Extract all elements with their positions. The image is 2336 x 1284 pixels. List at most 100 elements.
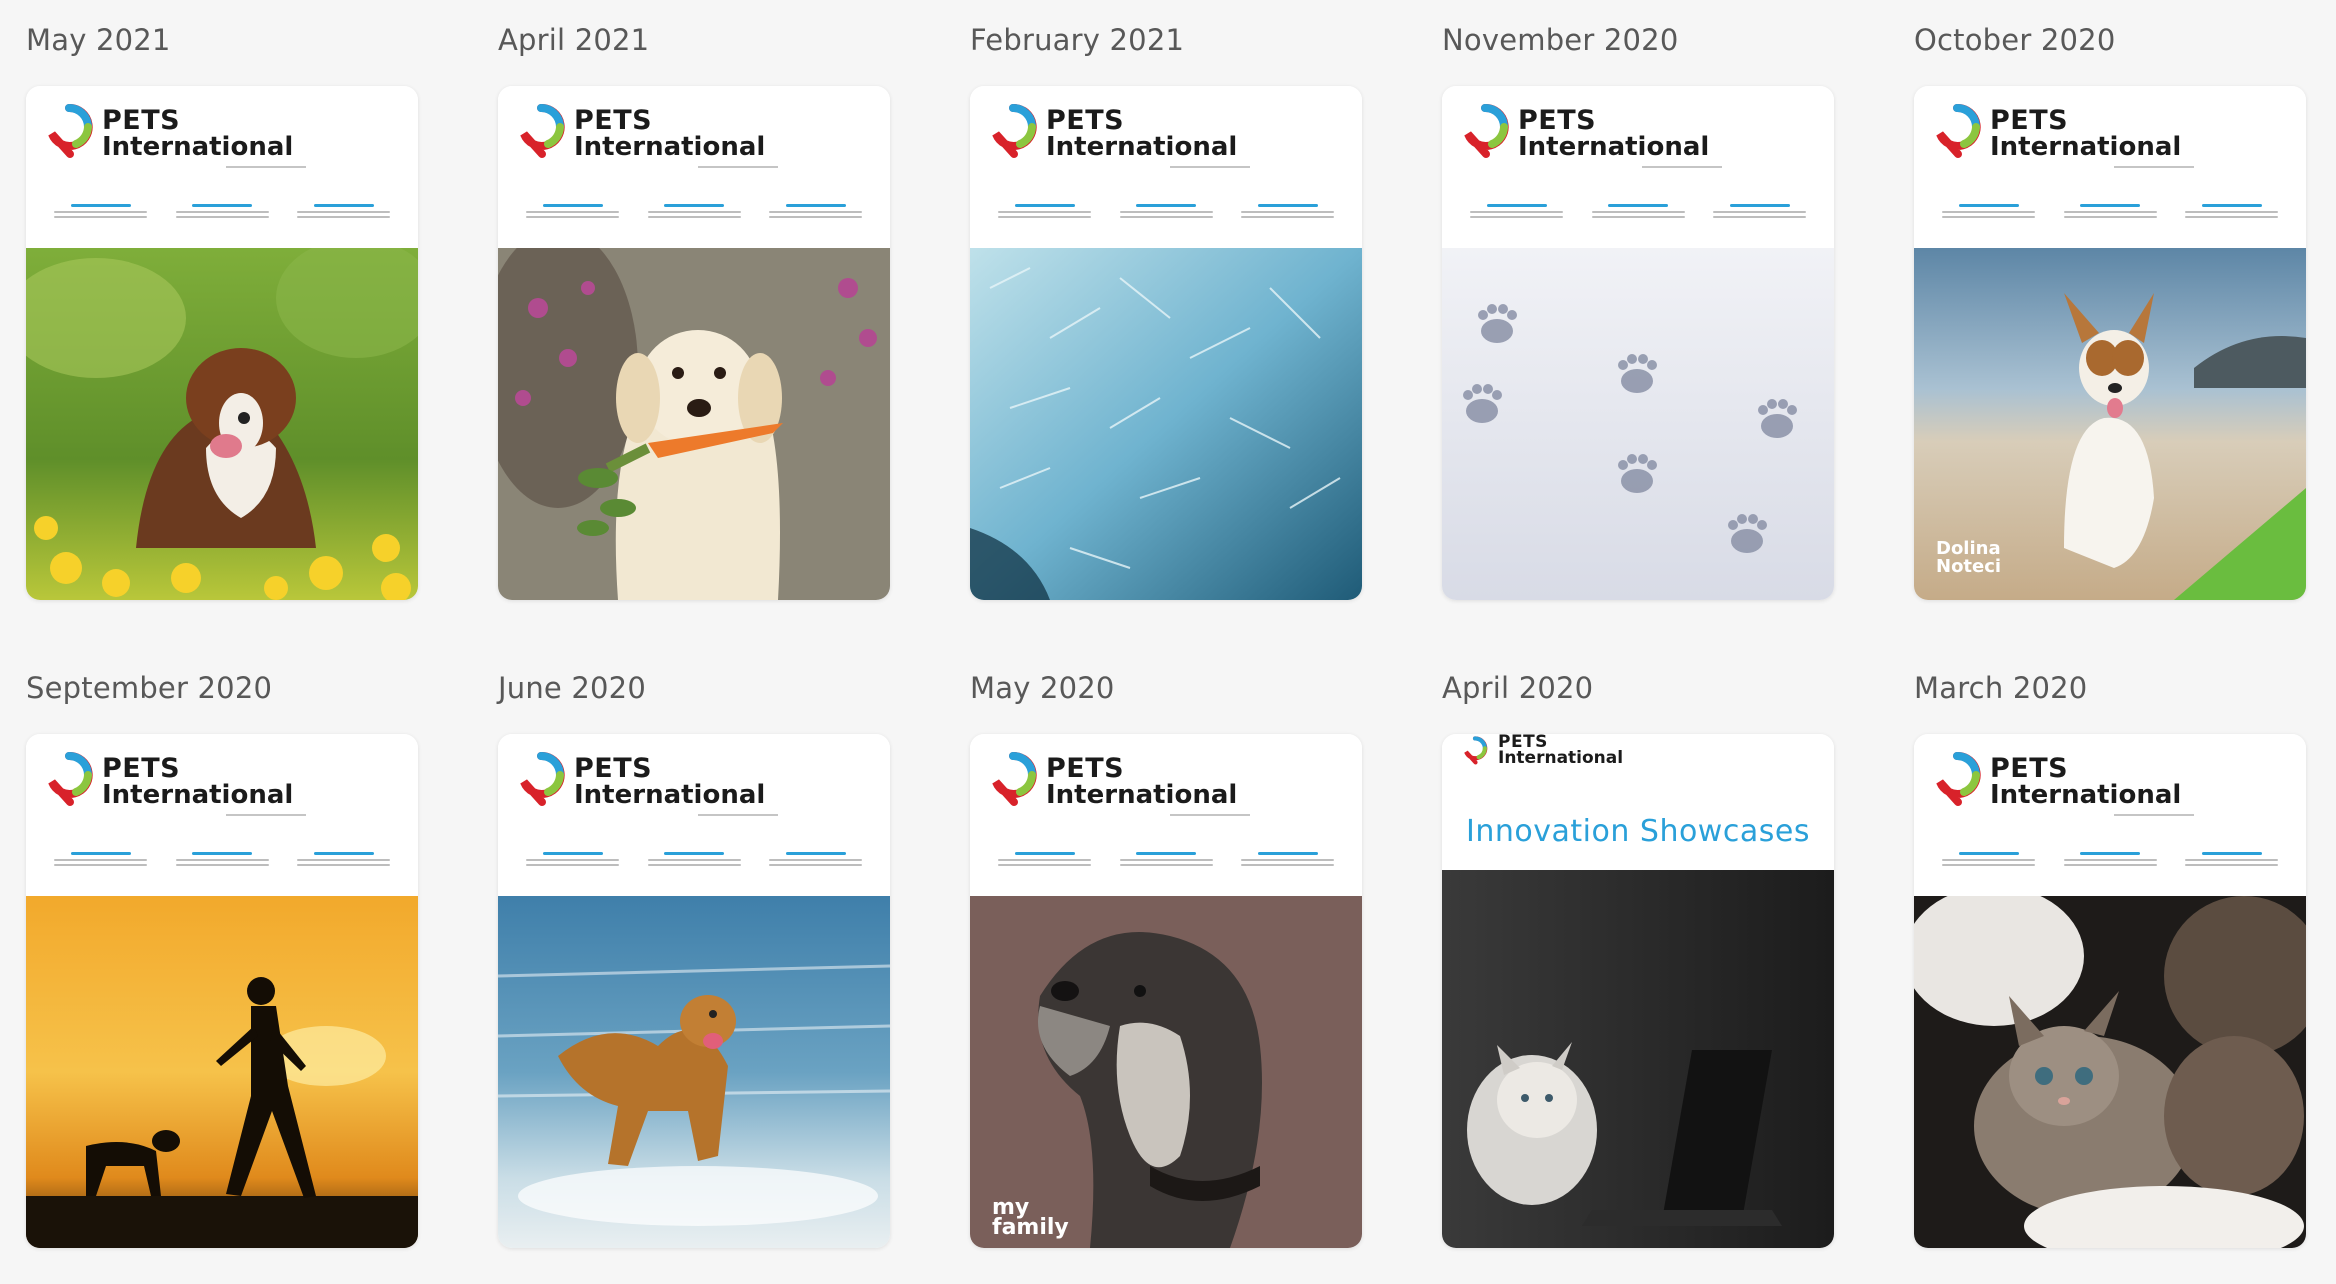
cover-photo xyxy=(26,248,418,600)
cover-section xyxy=(48,204,153,221)
brand-bottom: International xyxy=(1046,132,1238,162)
brand-top: PETS xyxy=(102,753,181,784)
cover-section xyxy=(763,204,868,221)
issue-title[interactable]: May 2021 xyxy=(26,20,418,60)
pets-logo-icon xyxy=(1464,104,1509,158)
pets-logo-icon xyxy=(1936,104,1981,158)
brand-bottom: International xyxy=(102,780,294,810)
cover-photo xyxy=(498,896,890,1248)
cover-logo-text: PETS International xyxy=(1498,734,1623,767)
cover-section xyxy=(1114,204,1219,221)
pets-logo-icon xyxy=(520,752,565,806)
cover-sections xyxy=(48,204,396,221)
magazine-cover[interactable]: PETS International xyxy=(498,734,890,1248)
cover-photo xyxy=(1442,870,1834,1248)
cover-brand-logo: my family xyxy=(992,1195,1069,1240)
cover-sections xyxy=(48,852,396,869)
issue-card[interactable]: November 2020 PETS International xyxy=(1442,20,1834,600)
cover-section xyxy=(170,852,275,869)
issue-card[interactable]: March 2020 PETS International xyxy=(1914,668,2306,1248)
cover-section xyxy=(642,204,747,221)
cover-section xyxy=(2179,852,2284,869)
cover-photo xyxy=(970,248,1362,600)
brand-top: PETS xyxy=(1046,105,1125,136)
brand-top: PETS xyxy=(574,753,653,784)
brand-bottom: International xyxy=(574,780,766,810)
issue-card[interactable]: September 2020 PETS International xyxy=(26,668,418,1248)
pets-logo-icon xyxy=(48,104,93,158)
issue-grid: May 2021 PETS International April 2021 P… xyxy=(26,20,2316,1248)
cover-section xyxy=(2058,852,2163,869)
magazine-cover[interactable]: PETS International xyxy=(1914,86,2306,600)
magazine-cover[interactable]: PETS International xyxy=(498,86,890,600)
issue-card[interactable]: February 2021 PETS International xyxy=(970,20,1362,600)
cover-photo xyxy=(1914,896,2306,1248)
cover-sponsor-logo: Dolina Noteci xyxy=(1936,538,2002,577)
cover-section xyxy=(2058,204,2163,221)
brand-top: PETS xyxy=(1518,105,1597,136)
issue-title[interactable]: June 2020 xyxy=(498,668,890,708)
cover-headline: Innovation Showcases xyxy=(1466,814,1810,849)
issue-card[interactable]: June 2020 PETS International xyxy=(498,668,890,1248)
magazine-cover[interactable]: PETS International xyxy=(26,86,418,600)
cover-section xyxy=(520,852,625,869)
cover-sections xyxy=(1936,852,2284,869)
issue-card[interactable]: October 2020 PETS International Dolina N… xyxy=(1914,20,2306,600)
cover-sections xyxy=(1464,204,1812,221)
cover-logo-text: PETS International xyxy=(1990,753,2181,808)
cover-section xyxy=(992,852,1097,869)
part-of-mark xyxy=(698,166,778,172)
issue-card[interactable]: April 2021 PETS International xyxy=(498,20,890,600)
cover-logo-text: PETS International xyxy=(1990,107,2181,160)
brand-top: PETS xyxy=(1990,753,2069,784)
cover-logo-text: PETS International xyxy=(1046,753,1237,808)
cover-section xyxy=(1936,852,2041,869)
issue-title[interactable]: May 2020 xyxy=(970,668,1362,708)
issue-title[interactable]: February 2021 xyxy=(970,20,1362,60)
issue-card[interactable]: May 2021 PETS International xyxy=(26,20,418,600)
magazine-cover[interactable]: PETS International xyxy=(1914,734,2306,1248)
part-of-mark xyxy=(226,814,306,820)
cover-sections xyxy=(520,204,868,221)
pets-logo-icon xyxy=(48,752,93,806)
cover-masthead: PETS International xyxy=(1914,86,2306,248)
issue-title[interactable]: November 2020 xyxy=(1442,20,1834,60)
pets-logo-icon xyxy=(520,104,565,158)
cover-section xyxy=(2179,204,2284,221)
issue-title[interactable]: April 2021 xyxy=(498,20,890,60)
part-of-mark xyxy=(698,814,778,820)
pets-logo-icon xyxy=(992,104,1037,158)
issue-title[interactable]: October 2020 xyxy=(1914,20,2306,60)
cover-section xyxy=(291,204,396,221)
cover-section xyxy=(520,204,625,221)
magazine-cover[interactable]: PETS International xyxy=(26,734,418,1248)
cover-photo xyxy=(498,248,890,600)
cover-section xyxy=(48,852,153,869)
magazine-cover[interactable]: PETS International Innovation Showcases xyxy=(1442,734,1834,1248)
cover-logo-text: PETS International xyxy=(102,105,293,160)
cover-masthead: PETS International xyxy=(1914,734,2306,896)
cover-sections xyxy=(992,852,1340,869)
magazine-cover[interactable]: PETS International my family xyxy=(970,734,1362,1248)
cover-section xyxy=(291,852,396,869)
cover-sections xyxy=(520,852,868,869)
magazine-cover[interactable]: PETS International xyxy=(1442,86,1834,600)
cover-section xyxy=(763,852,868,869)
issue-card[interactable]: May 2020 PETS International my family xyxy=(970,668,1362,1248)
brand-bottom: International xyxy=(1518,132,1710,162)
cover-masthead: PETS International xyxy=(498,734,890,896)
issue-title[interactable]: April 2020 xyxy=(1442,668,1834,708)
part-of-mark xyxy=(2114,166,2194,172)
cover-masthead: PETS International xyxy=(970,86,1362,248)
issue-title[interactable]: March 2020 xyxy=(1914,668,2306,708)
brand-top: PETS xyxy=(102,105,181,136)
cover-sections xyxy=(992,204,1340,221)
issue-card[interactable]: April 2020 PETS International Innovation … xyxy=(1442,668,1834,1248)
cover-logo-text: PETS International xyxy=(1518,105,1710,162)
issue-title[interactable]: September 2020 xyxy=(26,668,418,708)
magazine-cover[interactable]: PETS International xyxy=(970,86,1362,600)
brand-top: PETS xyxy=(1046,753,1125,784)
cover-sections xyxy=(1936,204,2284,221)
cover-masthead: PETS International Innovation Showcases xyxy=(1442,734,1834,870)
cover-logo-text: PETS International xyxy=(1046,105,1238,162)
